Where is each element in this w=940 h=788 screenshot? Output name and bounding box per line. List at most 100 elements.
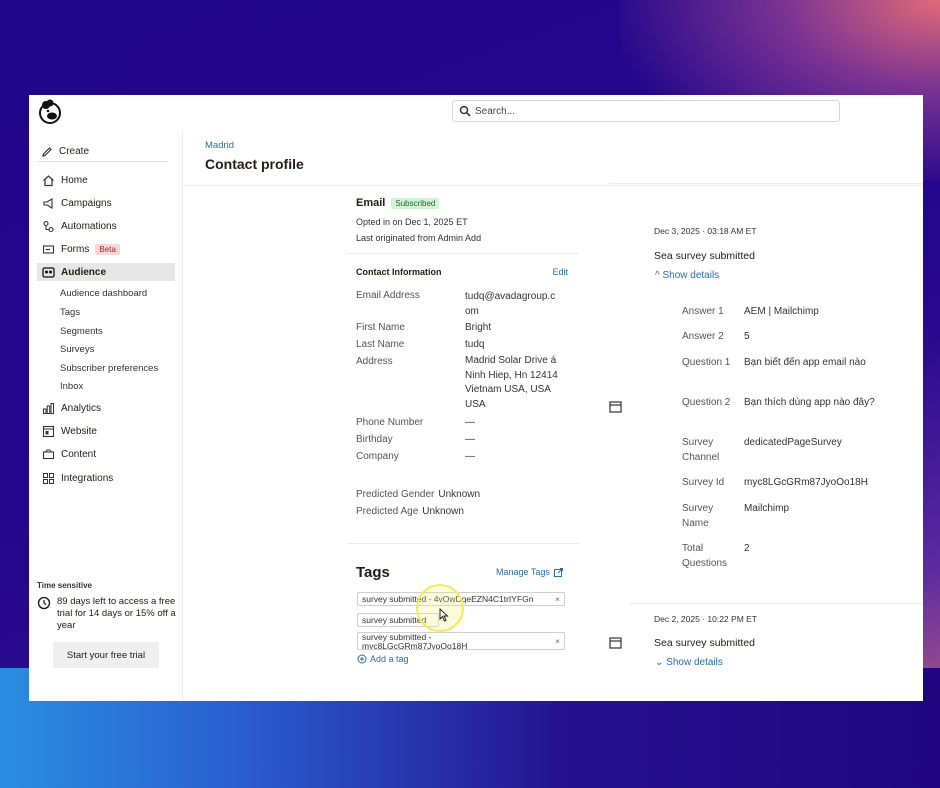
sidebar-item-website[interactable]: Website	[37, 422, 175, 440]
automation-icon	[41, 219, 55, 233]
predicted-gender-label: Predicted Gender	[356, 489, 435, 500]
sidebar-item-home[interactable]: Home	[37, 171, 175, 189]
divider	[609, 183, 923, 184]
search-placeholder: Search...	[475, 105, 516, 117]
promo-tag: Time sensitive	[37, 581, 92, 590]
sidebar-item-label: Automations	[61, 220, 117, 232]
manage-tags-link[interactable]: Manage Tags	[496, 567, 563, 577]
home-icon	[41, 173, 55, 187]
calendar-icon	[609, 401, 622, 413]
predicted-gender-value: Unknown	[438, 489, 481, 500]
external-link-icon	[553, 567, 563, 577]
mailchimp-logo-icon[interactable]	[37, 99, 63, 125]
detail-label: Survey Id	[682, 477, 725, 488]
search-icon	[459, 105, 471, 117]
divider	[184, 185, 923, 186]
detail-label: Survey Name	[682, 503, 714, 529]
detail-value: dedicatedPageSurvey	[744, 437, 842, 448]
field-value-address: Madrid Solar Drive á Ninh Hiep, Hn 12414…	[465, 355, 558, 410]
sidebar-item-analytics[interactable]: Analytics	[37, 399, 175, 417]
sidebar-sub-inbox[interactable]: Inbox	[60, 381, 83, 392]
detail-label: Survey Channel	[682, 437, 720, 463]
detail-value: AEM | Mailchimp	[744, 306, 819, 317]
search-bar[interactable]: Search...	[452, 100, 840, 122]
field-value-last-name: tudq	[465, 339, 485, 350]
calendar-icon	[609, 637, 622, 649]
sidebar-sub-tags[interactable]: Tags	[60, 307, 80, 318]
contact-info-header: Contact Information Edit	[356, 267, 568, 277]
show-details-toggle[interactable]: ⌄ Show details	[655, 657, 723, 668]
page-title: Contact profile	[205, 156, 304, 172]
megaphone-icon	[41, 196, 55, 210]
sidebar-item-label: Audience	[61, 266, 107, 278]
remove-tag-icon[interactable]: ×	[551, 636, 560, 646]
sidebar-sub-audience-dashboard[interactable]: Audience dashboard	[60, 288, 147, 299]
tag-chip[interactable]: survey submitted - myc8LGcGRm87JyoOo18H ×	[357, 632, 565, 650]
detail-label: Question 1	[682, 357, 731, 368]
edit-contact-link[interactable]: Edit	[552, 267, 568, 277]
sidebar-sub-subscriber-preferences[interactable]: Subscriber preferences	[60, 363, 158, 374]
sidebar-item-label: Analytics	[61, 402, 102, 414]
sidebar-item-label: Integrations	[61, 472, 114, 484]
trial-promo: Time sensitive 89 days left to access a …	[37, 581, 179, 668]
field-label: Birthday	[356, 434, 393, 445]
sidebar-item-label: Website	[61, 425, 97, 437]
field-label: Company	[356, 451, 399, 462]
clock-icon	[37, 596, 51, 610]
activity-date: Dec 3, 2025 · 03:18 AM ET	[654, 226, 757, 236]
audience-icon	[41, 265, 55, 279]
app-window: Search... Create Home Campaigns Automati…	[29, 95, 923, 701]
field-value-company: —	[465, 451, 475, 462]
manage-tags-label: Manage Tags	[496, 567, 550, 577]
pencil-icon	[42, 146, 52, 157]
create-label: Create	[59, 146, 90, 157]
sidebar-item-forms[interactable]: Forms Beta	[37, 240, 175, 258]
predicted-age-value: Unknown	[422, 506, 464, 517]
email-heading-label: Email	[356, 197, 386, 209]
sidebar-item-label: Home	[61, 174, 88, 186]
field-label: First Name	[356, 322, 405, 333]
contact-info-heading: Contact Information	[356, 267, 442, 277]
hide-details-toggle[interactable]: ^ Show details	[655, 270, 719, 281]
detail-value: Bạn thích dùng app nào đây?	[744, 397, 875, 408]
breadcrumb[interactable]: Madrid	[205, 140, 234, 151]
detail-label: Question 2	[682, 397, 731, 408]
activity-date: Dec 2, 2025 · 10:22 PM ET	[654, 614, 757, 624]
sidebar-item-integrations[interactable]: Integrations	[37, 469, 175, 487]
field-value-phone: —	[465, 417, 475, 428]
divider	[629, 603, 923, 604]
create-button[interactable]: Create	[37, 142, 167, 162]
sidebar-item-audience[interactable]: Audience	[37, 263, 175, 281]
field-value-first-name: Bright	[465, 322, 492, 333]
mouse-pointer-icon	[439, 608, 449, 622]
remove-tag-icon[interactable]: ×	[551, 594, 560, 604]
detail-value: myc8LGcGRm87JyoOo18H	[744, 477, 868, 488]
sidebar-sub-surveys[interactable]: Surveys	[60, 344, 94, 355]
tags-title: Tags	[356, 564, 390, 581]
plus-circle-icon	[357, 654, 367, 664]
add-tag-button[interactable]: Add a tag	[357, 654, 409, 664]
sidebar-item-automations[interactable]: Automations	[37, 217, 175, 235]
start-free-trial-button[interactable]: Start your free trial	[53, 642, 159, 668]
promo-message: 89 days left to access a free trial for …	[57, 596, 176, 631]
sidebar-item-campaigns[interactable]: Campaigns	[37, 194, 175, 212]
field-label: Address	[356, 356, 393, 367]
field-label: Phone Number	[356, 417, 424, 428]
sidebar: Create Home Campaigns Automations Forms …	[29, 130, 183, 701]
divider	[347, 543, 579, 544]
field-label: Last Name	[356, 339, 405, 350]
add-tag-label: Add a tag	[370, 654, 409, 664]
tag-chip-label: survey submitted - myc8LGcGRm87JyoOo18H	[362, 632, 468, 650]
predicted-gender: Predicted Gender Unknown	[356, 489, 480, 500]
field-value-email: tudq@avadagroup.c om	[465, 291, 556, 317]
content-icon	[41, 447, 55, 461]
sidebar-sub-segments[interactable]: Segments	[60, 326, 103, 337]
sidebar-item-label: Campaigns	[61, 197, 112, 209]
last-originated-text: Last originated from Admin Add	[356, 233, 482, 243]
detail-value: Mailchimp	[744, 503, 790, 514]
beta-badge: Beta	[95, 243, 120, 255]
detail-label: Total Questions	[682, 543, 728, 569]
sidebar-item-content[interactable]: Content	[37, 445, 175, 463]
grid-icon	[41, 471, 55, 485]
form-icon	[41, 242, 55, 256]
